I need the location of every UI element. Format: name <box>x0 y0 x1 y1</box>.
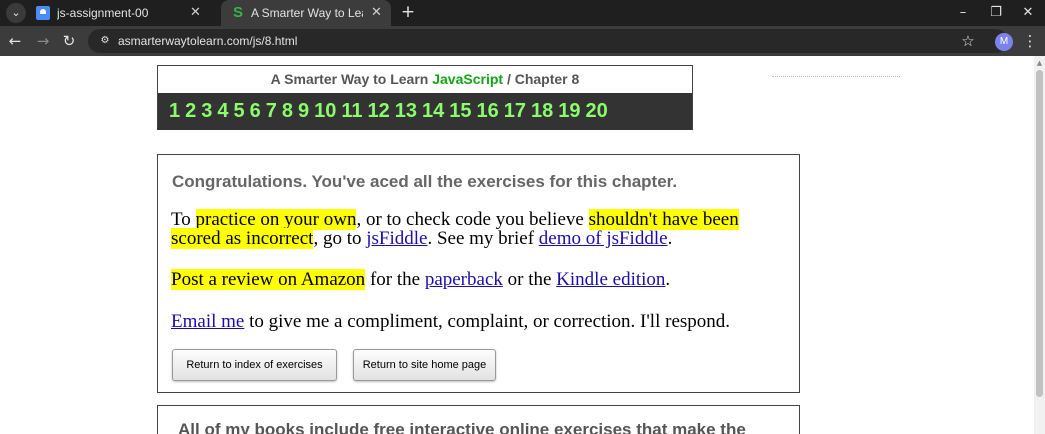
chapter-link-11[interactable]: 11 <box>341 93 362 130</box>
chapter-link-15[interactable]: 15 <box>449 93 471 130</box>
close-window-button[interactable]: ✕ <box>1013 0 1043 26</box>
address-bar[interactable]: ⚙ asmarterwaytolearn.com/js/8.html <box>88 29 1008 53</box>
minimize-button[interactable]: – <box>948 0 978 26</box>
tab-title: js-assignment-00 <box>57 6 149 20</box>
chapter-link-9[interactable]: 9 <box>298 93 309 130</box>
return-home-button[interactable]: Return to site home page <box>353 349 496 381</box>
chapter-link-5[interactable]: 5 <box>234 93 245 130</box>
paperback-link[interactable]: paperback <box>425 269 503 290</box>
scrollbar-thumb[interactable] <box>1036 70 1043 397</box>
text: to give me a compliment, complaint, or c… <box>244 311 731 332</box>
text: , go to <box>313 228 367 249</box>
text: for the <box>365 269 425 290</box>
highlight-practice: practice on your own <box>195 209 357 230</box>
tab-js-assignment[interactable]: js-assignment-00 ✕ <box>30 0 220 26</box>
navigation-bar: ← → ↻ ⚙ asmarterwaytolearn.com/js/8.html <box>0 26 1045 56</box>
book-header: A Smarter Way to Learn JavaScript / Chap… <box>157 65 693 130</box>
chapter-link-20[interactable]: 20 <box>586 93 608 130</box>
practice-paragraph: To practice on your own, or to check cod… <box>171 209 791 249</box>
divider <box>772 76 900 77</box>
promo-text: All of my books include free interactive… <box>178 420 746 434</box>
text: To <box>171 209 196 230</box>
chapter-link-3[interactable]: 3 <box>201 93 212 130</box>
chapter-link-14[interactable]: 14 <box>422 93 444 130</box>
highlight-review: Post a review on Amazon <box>171 269 366 290</box>
text: . See my brief <box>427 228 539 249</box>
chapter-link-8[interactable]: 8 <box>282 93 293 130</box>
document-icon <box>36 6 50 20</box>
highlight-scored: scored as incorrect <box>171 228 314 249</box>
title-language: JavaScript <box>432 71 504 87</box>
chapter-link-18[interactable]: 18 <box>531 93 553 130</box>
tab-smarter-way[interactable]: S A Smarter Way to Learn JavaScr ✕ <box>221 0 391 26</box>
tab-title: A Smarter Way to Learn JavaScr <box>251 6 363 20</box>
text: . <box>665 269 671 290</box>
url-text[interactable]: asmarterwaytolearn.com/js/8.html <box>118 29 297 53</box>
scroll-up-icon[interactable]: ▲ <box>1034 58 1045 68</box>
title-chapter: / Chapter 8 <box>503 71 580 87</box>
text: . <box>667 228 673 249</box>
chapter-link-19[interactable]: 19 <box>558 93 580 130</box>
chapter-nav: 1 2 3 4 5 6 7 8 9 10 11 12 13 14 15 16 17 18 19 20 <box>158 93 692 130</box>
review-paragraph: Post a review on Amazon for the paperbac… <box>171 269 791 290</box>
text: or the <box>502 269 557 290</box>
promo-panel: All of my books include free interactive… <box>157 405 800 434</box>
back-icon[interactable]: ← <box>4 30 26 52</box>
page-title: A Smarter Way to Learn JavaScript / Chap… <box>158 71 692 87</box>
title-prefix: A Smarter Way to Learn <box>270 71 429 87</box>
congrats-heading: Congratulations. You've aced all the exe… <box>172 172 678 191</box>
chapter-link-4[interactable]: 4 <box>217 93 228 130</box>
chapter-link-6[interactable]: 6 <box>250 93 261 130</box>
chapter-link-12[interactable]: 12 <box>368 93 390 130</box>
highlight-scored: shouldn't have been <box>588 209 739 230</box>
jsfiddle-demo-link[interactable]: demo of jsFiddle <box>539 228 668 249</box>
jsfiddle-link[interactable]: jsFiddle <box>366 228 427 249</box>
browser-menu-icon[interactable]: ⋮ <box>1022 30 1038 52</box>
site-info-icon[interactable]: ⚙ <box>95 31 115 51</box>
email-paragraph: Email me to give me a compliment, compla… <box>171 312 791 331</box>
return-index-button[interactable]: Return to index of exercises <box>172 349 337 381</box>
tab-close-icon[interactable]: ✕ <box>371 0 382 26</box>
congrats-panel: Congratulations. You've aced all the exe… <box>157 154 800 393</box>
new-tab-button[interactable]: + <box>398 0 418 26</box>
site-favicon-icon: S <box>232 4 243 21</box>
profile-avatar[interactable]: M <box>995 33 1013 51</box>
reload-icon[interactable]: ↻ <box>58 30 80 52</box>
chapter-link-7[interactable]: 7 <box>266 93 277 130</box>
chapter-link-1[interactable]: 1 <box>169 93 180 130</box>
forward-icon[interactable]: → <box>32 30 54 52</box>
tab-search-icon[interactable]: ⌄ <box>6 3 26 23</box>
kindle-link[interactable]: Kindle edition <box>556 269 665 290</box>
bookmark-star-icon[interactable]: ☆ <box>958 30 978 52</box>
chapter-link-10[interactable]: 10 <box>314 93 336 130</box>
chapter-link-2[interactable]: 2 <box>185 93 196 130</box>
restore-button[interactable]: ❐ <box>981 0 1011 26</box>
email-link[interactable]: Email me <box>171 311 244 332</box>
chapter-link-16[interactable]: 16 <box>477 93 499 130</box>
tab-bar: ⌄ js-assignment-00 ✕ S A Smarter Way to … <box>0 0 1045 26</box>
text: , or to check code you believe <box>356 209 589 230</box>
chapter-link-17[interactable]: 17 <box>504 93 526 130</box>
page-scrollbar[interactable]: ▲ <box>1034 56 1045 434</box>
tab-close-icon[interactable]: ✕ <box>190 0 201 26</box>
chapter-link-13[interactable]: 13 <box>395 93 417 130</box>
